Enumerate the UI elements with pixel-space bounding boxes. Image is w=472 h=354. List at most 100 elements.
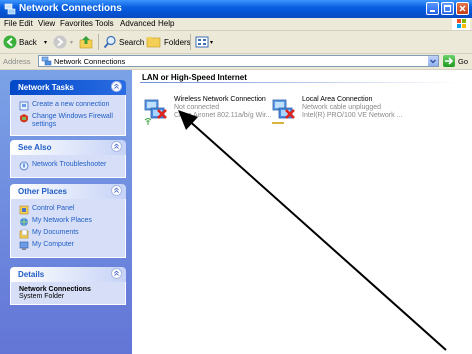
new-connection-icon [19,101,29,111]
collapse-chevron-icon[interactable] [111,81,122,92]
task-pane: Network Tasks Create a new connection Ch… [0,70,132,354]
network-tasks-panel: Network Tasks Create a new connection Ch… [10,80,126,136]
details-title: Details [18,270,45,279]
lan-connection-icon [272,99,295,124]
back-arrow-icon [3,35,17,49]
place-label: My Network Places [32,217,92,224]
task-create-connection[interactable]: Create a new connection [19,101,125,111]
connection-name: Local Area Connection [302,96,373,103]
views-button[interactable]: ▾ [195,34,213,50]
collapse-chevron-icon[interactable] [111,268,122,279]
other-places-header[interactable]: Other Places [10,184,126,199]
up-folder-button[interactable] [79,34,93,50]
connection-status: Not connected [174,104,220,111]
connection-name: Wireless Network Connection [174,96,266,103]
place-my-computer[interactable]: My Computer [19,241,125,251]
forward-arrow-icon [53,35,67,49]
up-folder-icon [79,36,93,49]
connection-device: Cisco Aironet 802.11a/b/g Wir... [174,112,272,119]
details-name: Network Connections [19,286,91,293]
my-documents-icon [19,229,29,239]
folders-button[interactable]: Folders [146,34,191,50]
back-button[interactable]: Back [3,34,37,50]
task-network-troubleshooter[interactable]: Network Troubleshooter [19,161,125,171]
collapse-chevron-icon[interactable] [111,185,122,196]
other-places-panel: Other Places Control Panel My Network Pl… [10,184,126,258]
task-label: Network Troubleshooter [32,161,107,168]
see-also-panel: See Also Network Troubleshooter [10,140,126,178]
standard-toolbar: Back ▾ ▾ Search Folders ▾ [0,31,472,54]
toolbar-separator [98,34,99,50]
network-tasks-body: Create a new connection Change Windows F… [10,95,126,136]
network-connections-icon [4,3,16,15]
menu-help[interactable]: Help [158,19,174,29]
menu-edit[interactable]: Edit [19,19,33,29]
address-field[interactable]: Network Connections [38,55,439,67]
see-also-title: See Also [18,143,52,152]
menu-advanced[interactable]: Advanced [120,19,156,29]
other-places-title: Other Places [18,187,67,196]
folders-icon [146,37,161,48]
forward-button[interactable] [53,34,67,50]
title-bar[interactable]: Network Connections [0,0,472,18]
place-control-panel[interactable]: Control Panel [19,205,125,215]
group-header: LAN or High-Speed Internet [142,73,247,82]
see-also-header[interactable]: See Also [10,140,126,155]
network-tasks-title: Network Tasks [18,83,74,92]
menu-view[interactable]: View [38,19,55,29]
place-label: Control Panel [32,205,75,212]
go-arrow-icon [445,57,454,65]
menu-favorites[interactable]: Favorites [60,19,93,29]
maximize-icon [443,4,452,13]
place-my-network-places[interactable]: My Network Places [19,217,125,227]
menu-tools[interactable]: Tools [95,19,114,29]
other-places-body: Control Panel My Network Places My Docum… [10,199,126,258]
collapse-chevron-icon[interactable] [111,141,122,152]
details-subtitle: System Folder [19,293,65,300]
my-computer-icon [19,241,29,250]
search-button[interactable]: Search [103,34,144,50]
address-value: Network Connections [54,57,126,66]
content-area: LAN or High-Speed Internet Wireless Netw… [132,70,472,354]
chevron-down-icon [430,59,436,64]
search-label: Search [119,37,145,47]
views-dropdown-icon: ▾ [210,39,214,46]
place-label: My Documents [32,229,79,236]
minimize-button[interactable] [426,2,439,15]
search-icon [103,35,116,49]
address-bar: Address Network Connections Go [0,54,472,70]
folders-label: Folders [164,37,191,47]
back-dropdown-icon[interactable]: ▾ [44,39,47,46]
control-panel-icon [19,205,29,215]
task-change-firewall[interactable]: Change Windows Firewall settings [19,113,125,129]
details-header[interactable]: Details [10,267,126,282]
forward-dropdown-icon[interactable]: ▾ [70,39,73,46]
firewall-icon [20,114,28,123]
details-body: Network Connections System Folder [10,282,126,305]
go-button[interactable] [443,55,455,67]
connection-device: Intel(R) PRO/100 VE Network ... [302,112,403,119]
menu-file[interactable]: File [4,19,17,29]
address-label: Address [3,57,31,66]
connection-status: Network cable unplugged [302,104,381,111]
close-button[interactable] [456,2,469,15]
network-tasks-header[interactable]: Network Tasks [10,80,126,95]
place-my-documents[interactable]: My Documents [19,229,125,239]
toolbar-separator [190,34,191,50]
go-label[interactable]: Go [458,57,468,66]
minimize-icon [430,10,435,12]
details-panel: Details Network Connections System Folde… [10,267,126,305]
wireless-connection-icon [144,99,167,125]
network-connections-icon [41,56,52,66]
close-icon [459,5,466,12]
menu-bar: File Edit View Favorites Tools Advanced … [0,18,472,31]
place-label: My Computer [32,241,75,248]
explorer-window: Network Connections File Edit View Favor… [0,0,472,354]
see-also-body: Network Troubleshooter [10,155,126,178]
address-dropdown-button[interactable] [428,56,438,66]
windows-logo-icon [452,18,470,30]
maximize-button[interactable] [441,2,454,15]
window-title: Network Connections [19,3,122,14]
group-divider [140,82,460,83]
network-places-icon [20,218,28,226]
